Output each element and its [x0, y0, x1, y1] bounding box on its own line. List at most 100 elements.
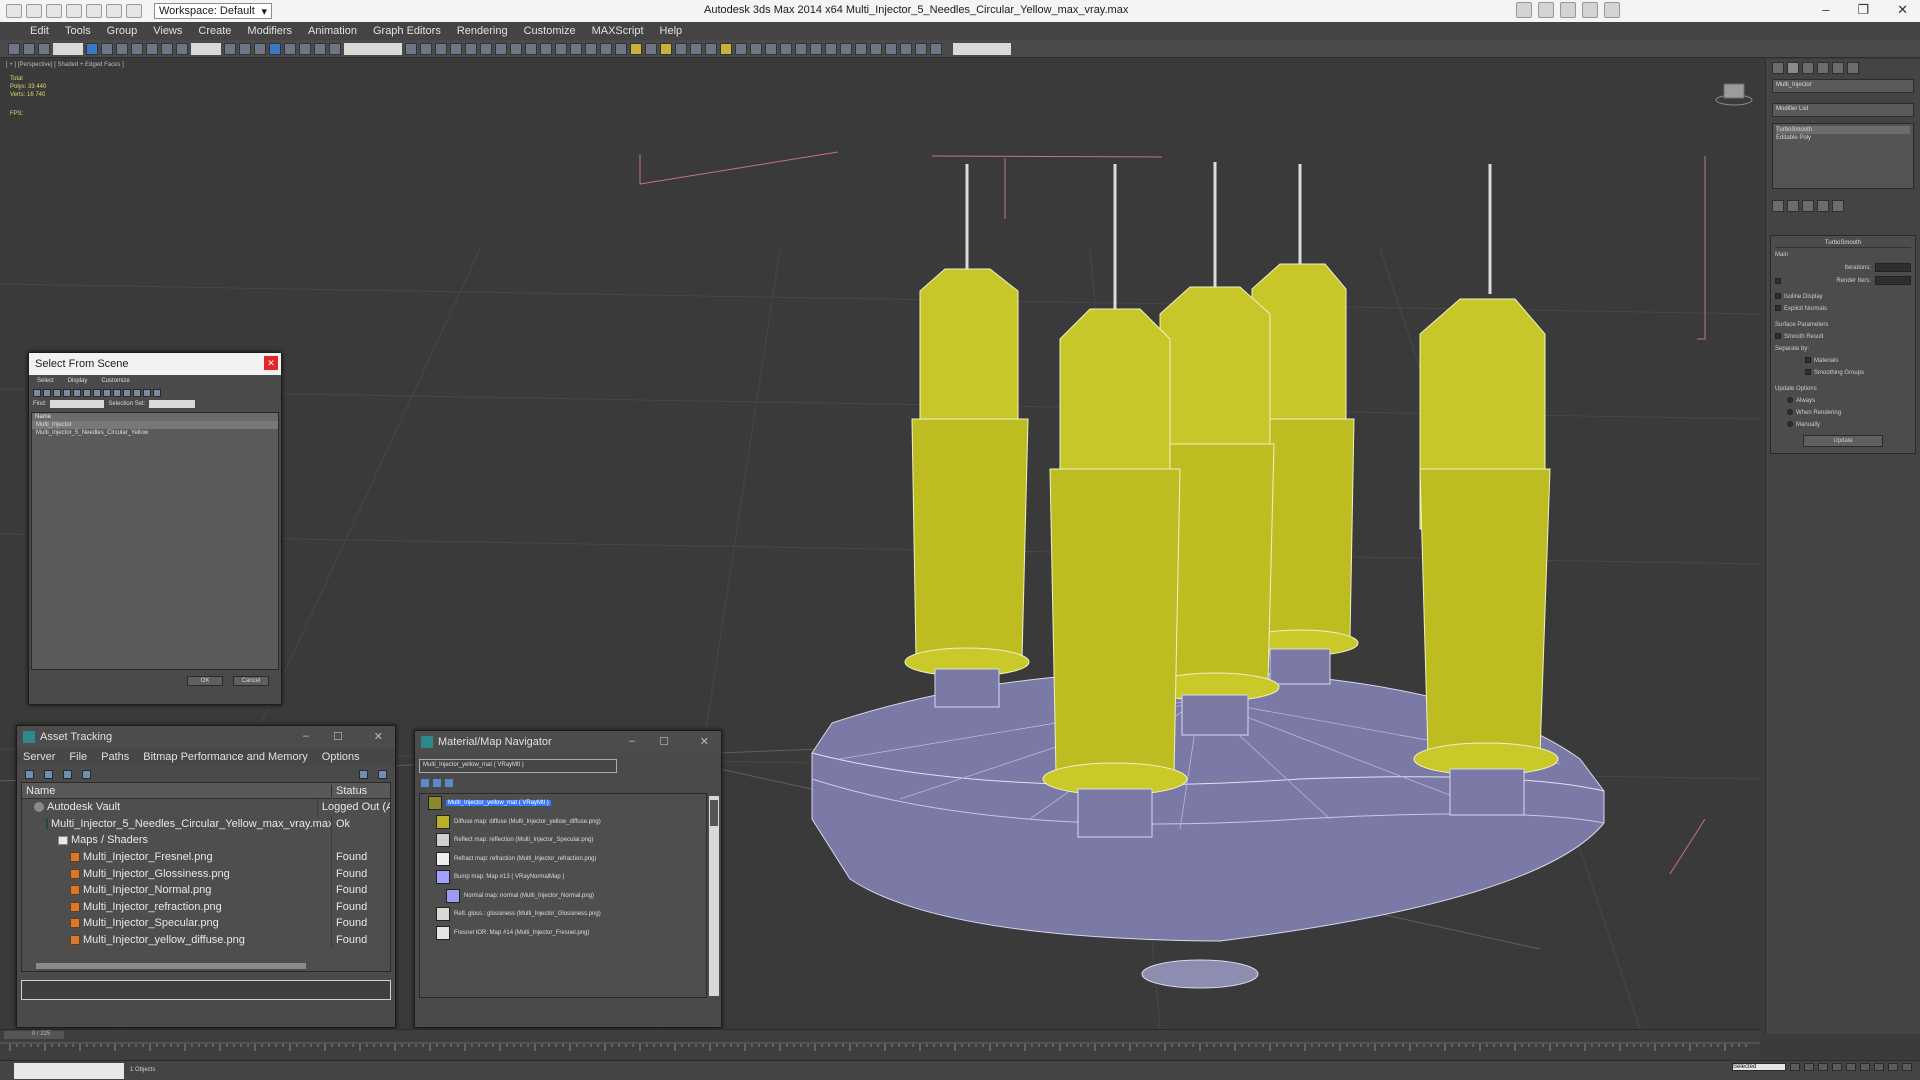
- key-icon[interactable]: [1538, 2, 1554, 18]
- render-setup-icon[interactable]: [510, 42, 522, 55]
- tree-item[interactable]: Diffuse map: diffuse (Multi_Injector_yel…: [420, 813, 706, 832]
- viewcube[interactable]: [1715, 83, 1753, 106]
- select-all-icon[interactable]: [123, 389, 131, 397]
- graphite-ribbon-icon[interactable]: [450, 42, 462, 55]
- sfs-menu-display[interactable]: Display: [68, 378, 88, 384]
- time-slider[interactable]: 0 / 225: [0, 1029, 1760, 1059]
- table-row[interactable]: Multi_Injector_Normal.png Found: [22, 881, 390, 899]
- list-item[interactable]: Multi_Injector_5_Needles_Circular_Yellow: [32, 429, 278, 437]
- rendered-frame-window-icon[interactable]: [525, 42, 537, 55]
- vray-render-elements-icon[interactable]: [855, 42, 867, 55]
- tree-item[interactable]: Reflect map: reflection (Multi_Injector_…: [420, 831, 706, 850]
- material-name-field[interactable]: Multi_Injector_yellow_mat ( VRayMtl ): [419, 759, 617, 773]
- sfs-menu-customize[interactable]: Customize: [101, 378, 129, 384]
- horizontal-scrollbar[interactable]: [36, 963, 306, 969]
- column-header-name[interactable]: Name: [32, 413, 278, 421]
- region-select-icon[interactable]: [116, 42, 128, 55]
- filter-geometry-icon[interactable]: [33, 389, 41, 397]
- remove-modifier-icon[interactable]: [1817, 200, 1829, 212]
- smooth-result-checkbox[interactable]: [1775, 333, 1781, 340]
- materials-checkbox[interactable]: [1805, 357, 1811, 364]
- minimize-icon[interactable]: –: [1822, 2, 1829, 18]
- filter-groups-icon[interactable]: [93, 389, 101, 397]
- rollout-title[interactable]: TurboSmooth: [1775, 239, 1911, 248]
- vray-mesh-export-icon[interactable]: [765, 42, 777, 55]
- vray-lister-icon[interactable]: [810, 42, 822, 55]
- menu-group[interactable]: Group: [107, 25, 138, 37]
- new-file-icon[interactable]: [26, 4, 42, 18]
- smoothing-groups-checkbox[interactable]: [1805, 369, 1811, 376]
- bind-space-warp-icon[interactable]: [38, 42, 50, 55]
- tree-item[interactable]: Bump map: Map #13 ( VRayNormalMap ): [420, 868, 706, 887]
- selection-filter-dropdown[interactable]: [53, 42, 83, 55]
- filter-bones-icon[interactable]: [113, 389, 121, 397]
- checkout-icon[interactable]: [44, 769, 53, 779]
- make-unique-icon[interactable]: [1802, 200, 1814, 212]
- align-icon[interactable]: [420, 42, 432, 55]
- menu-bitmap-performance[interactable]: Bitmap Performance and Memory: [143, 751, 307, 763]
- explicit-normals-checkbox[interactable]: [1775, 305, 1781, 312]
- vertical-scrollbar[interactable]: [709, 796, 719, 996]
- motion-tab-icon[interactable]: [1817, 62, 1829, 74]
- activeshade-icon[interactable]: [570, 42, 582, 55]
- render-production-icon[interactable]: [540, 42, 552, 55]
- table-row[interactable]: Autodesk Vault Logged Out (A: [22, 799, 390, 816]
- table-row[interactable]: Multi_Injector_5_Needles_Circular_Yellow…: [22, 815, 390, 833]
- render-iters-spinner[interactable]: [1875, 276, 1911, 285]
- vray-ply-icon[interactable]: [825, 42, 837, 55]
- menu-edit[interactable]: Edit: [30, 25, 49, 37]
- percent-snap-icon[interactable]: [299, 42, 311, 55]
- view-list-icon[interactable]: [421, 779, 429, 787]
- scale-icon[interactable]: [176, 42, 188, 55]
- menu-customize[interactable]: Customize: [524, 25, 576, 37]
- select-object-icon[interactable]: [86, 42, 98, 55]
- refresh-icon[interactable]: [25, 769, 34, 779]
- sfs-menu-select[interactable]: Select: [37, 378, 54, 384]
- app-menu-icon[interactable]: [6, 4, 22, 18]
- object-name-field[interactable]: Multi_Injector: [1772, 79, 1914, 93]
- find-input[interactable]: [50, 400, 105, 408]
- display-tab-icon[interactable]: [1832, 62, 1844, 74]
- menu-paths[interactable]: Paths: [101, 751, 129, 763]
- table-row[interactable]: Multi_Injector_Glossiness.png Found: [22, 865, 390, 882]
- angle-snap-icon[interactable]: [284, 42, 296, 55]
- viewport-label[interactable]: [ + ] [Perspective] [ Shaded + Edged Fac…: [6, 62, 124, 68]
- checkin-icon[interactable]: [63, 769, 72, 779]
- vray-frame-buffer-icon[interactable]: [600, 42, 612, 55]
- schematic-view-icon[interactable]: [480, 42, 492, 55]
- manually-radio[interactable]: [1787, 421, 1793, 428]
- window-crossing-icon[interactable]: [131, 42, 143, 55]
- view-large-icons-icon[interactable]: [445, 779, 453, 787]
- menu-maxscript[interactable]: MAXScript: [592, 25, 644, 37]
- timeline-ruler[interactable]: [0, 1042, 1760, 1056]
- always-radio[interactable]: [1787, 397, 1793, 404]
- zoom-icon[interactable]: [1860, 1063, 1870, 1071]
- play-icon[interactable]: [1818, 1063, 1828, 1071]
- key-filter-dropdown[interactable]: Selected: [1732, 1063, 1786, 1071]
- cancel-button[interactable]: Cancel: [233, 676, 269, 686]
- link-icon[interactable]: [8, 42, 20, 55]
- close-icon[interactable]: ✕: [700, 735, 709, 748]
- menu-graph-editors[interactable]: Graph Editors: [373, 25, 441, 37]
- column-header-status[interactable]: Status: [332, 785, 367, 797]
- help-icon[interactable]: [1604, 2, 1620, 18]
- vray-scene-converter-icon[interactable]: [795, 42, 807, 55]
- table-row[interactable]: Multi_Injector_yellow_diffuse.png Found: [22, 931, 390, 949]
- redo-icon[interactable]: [106, 4, 122, 18]
- menu-server[interactable]: Server: [23, 751, 55, 763]
- table-row[interactable]: Multi_Injector_Specular.png Found: [22, 915, 390, 932]
- minimize-icon[interactable]: –: [303, 730, 309, 742]
- filter-spacewarps-icon[interactable]: [83, 389, 91, 397]
- vray-material-icon[interactable]: [840, 42, 852, 55]
- modifier-stack-item[interactable]: Editable Poly: [1776, 134, 1910, 142]
- hierarchy-tab-icon[interactable]: [1802, 62, 1814, 74]
- render-preset-dropdown[interactable]: [953, 42, 1011, 55]
- rotate-icon[interactable]: [161, 42, 173, 55]
- filter-xrefs-icon[interactable]: [103, 389, 111, 397]
- menu-animation[interactable]: Animation: [308, 25, 357, 37]
- go-to-end-icon[interactable]: [1846, 1063, 1856, 1071]
- maximize-viewport-icon[interactable]: [1902, 1063, 1912, 1071]
- isoline-checkbox[interactable]: [1775, 293, 1781, 300]
- menu-create[interactable]: Create: [198, 25, 231, 37]
- when-rendering-radio[interactable]: [1787, 409, 1793, 416]
